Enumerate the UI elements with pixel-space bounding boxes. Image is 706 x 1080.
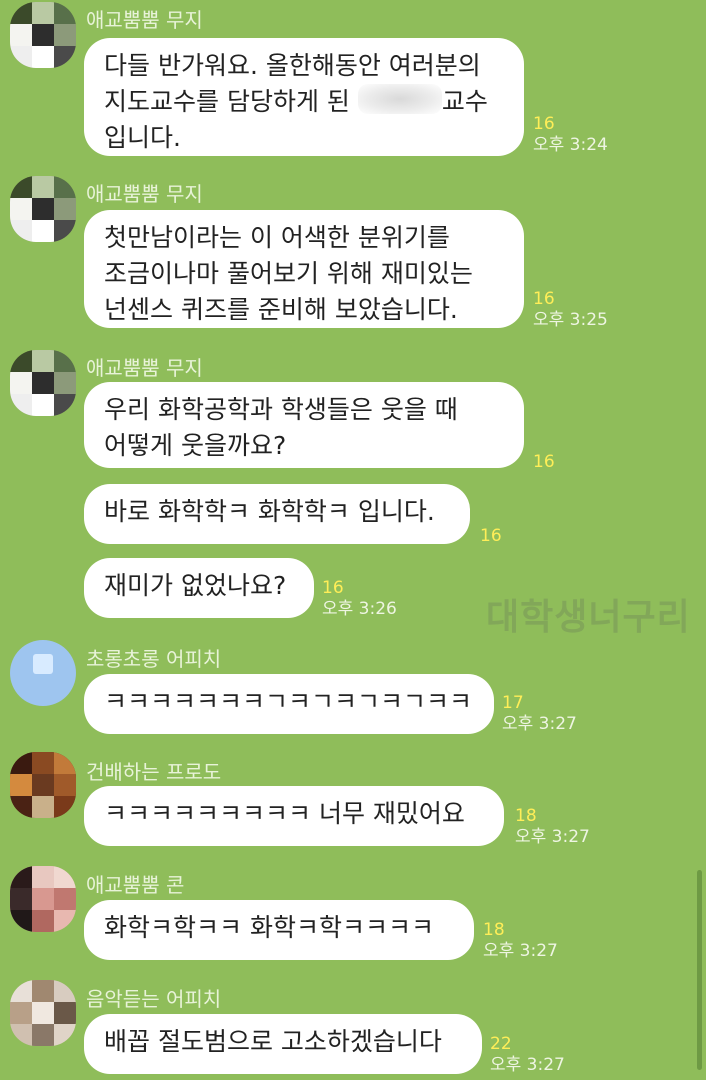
message-line: 넌센스 퀴즈를 준비해 보았습니다. [104,295,458,324]
avatar[interactable] [10,2,76,68]
unread-count: 18 [515,806,537,826]
unread-count: 16 [533,452,555,472]
sender-name: 애교뿜뿜 무지 [86,182,203,206]
avatar[interactable] [10,640,76,706]
message-meta: 18 오후 3:27 [483,920,558,962]
unread-count: 16 [322,578,344,598]
message-meta: 18 오후 3:27 [515,806,590,848]
message-meta: 17 오후 3:27 [502,693,577,735]
message-meta: 16 [480,526,502,547]
unread-count: 17 [502,693,524,713]
sender-name: 애교뿜뿜 콘 [86,873,185,897]
message-bubble[interactable]: 배꼽 절도범으로 고소하겠습니다 [84,1014,482,1074]
unread-count: 16 [480,526,502,546]
message-line: ㅋㅋㅋㅋㅋㅋㅋㅋㅋ 너무 재밌어요 [104,799,465,828]
timestamp: 오후 3:25 [533,310,608,330]
message-bubble[interactable]: 우리 화학공학과 학생들은 웃을 때 어떻게 웃을까요? [84,382,524,468]
message-line: 우리 화학공학과 학생들은 웃을 때 [104,395,458,424]
avatar[interactable] [10,752,76,818]
message-line: 조금이나마 풀어보기 위해 재미있는 [104,259,473,288]
scrollbar[interactable] [697,870,702,1070]
message-line: 바로 화학학ㅋ 화학학ㅋ 입니다. [104,497,435,526]
timestamp: 오후 3:26 [322,599,397,619]
sender-name: 애교뿜뿜 무지 [86,356,203,380]
timestamp: 오후 3:27 [502,714,577,734]
sender-name: 음악듣는 어피치 [86,987,222,1011]
message-bubble[interactable]: ㅋㅋㅋㅋㅋㅋㅋㄱㅋㄱㅋㄱㅋㄱㅋㅋ [84,674,494,734]
sender-name: 애교뿜뿜 무지 [86,8,203,32]
message-bubble[interactable]: 화학ㅋ학ㅋㅋ 화학ㅋ학ㅋㅋㅋㅋ [84,900,474,960]
message-meta: 16 [533,452,555,473]
message-meta: 16 오후 3:26 [322,578,397,620]
avatar[interactable] [10,980,76,1046]
message-meta: 16 오후 3:25 [533,289,608,331]
timestamp: 오후 3:27 [515,827,590,847]
timestamp: 오후 3:24 [533,135,608,155]
message-line: 다들 반가워요. 올한해동안 여러분의 [104,51,481,80]
message-line: ㅋㅋㅋㅋㅋㅋㅋㄱㅋㄱㅋㄱㅋㄱㅋㅋ [104,687,473,716]
message-line: 어떻게 웃을까요? [104,431,287,460]
unread-count: 18 [483,920,505,940]
unread-count: 16 [533,289,555,309]
message-line: 지도교수를 담당하게 된 [104,87,350,116]
avatar[interactable] [10,866,76,932]
timestamp: 오후 3:27 [490,1055,565,1075]
avatar[interactable] [10,176,76,242]
sender-name: 건배하는 프로도 [86,760,222,784]
message-line: 교수 [441,87,488,116]
message-bubble[interactable]: 다들 반가워요. 올한해동안 여러분의 지도교수를 담당하게 된 교수 입니다. [84,38,524,156]
redacted-name [357,84,442,114]
message-line: 재미가 없었나요? [104,571,287,600]
avatar[interactable] [10,350,76,416]
unread-count: 16 [533,114,555,134]
message-line: 입니다. [104,123,181,152]
sender-name: 초롱초롱 어피치 [86,647,222,671]
message-meta: 22 오후 3:27 [490,1034,565,1076]
message-bubble[interactable]: 재미가 없었나요? [84,558,314,618]
watermark: 대학생너구리 [486,597,691,638]
message-line: 화학ㅋ학ㅋㅋ 화학ㅋ학ㅋㅋㅋㅋ [104,913,434,942]
message-line: 첫만남이라는 이 어색한 분위기를 [104,223,450,252]
message-bubble[interactable]: ㅋㅋㅋㅋㅋㅋㅋㅋㅋ 너무 재밌어요 [84,786,504,846]
message-line: 배꼽 절도범으로 고소하겠습니다 [104,1027,442,1056]
image-placeholder-icon [33,654,53,674]
message-meta: 16 오후 3:24 [533,114,608,156]
message-bubble[interactable]: 바로 화학학ㅋ 화학학ㅋ 입니다. [84,484,470,544]
message-bubble[interactable]: 첫만남이라는 이 어색한 분위기를 조금이나마 풀어보기 위해 재미있는 넌센스… [84,210,524,328]
timestamp: 오후 3:27 [483,941,558,961]
unread-count: 22 [490,1034,512,1054]
